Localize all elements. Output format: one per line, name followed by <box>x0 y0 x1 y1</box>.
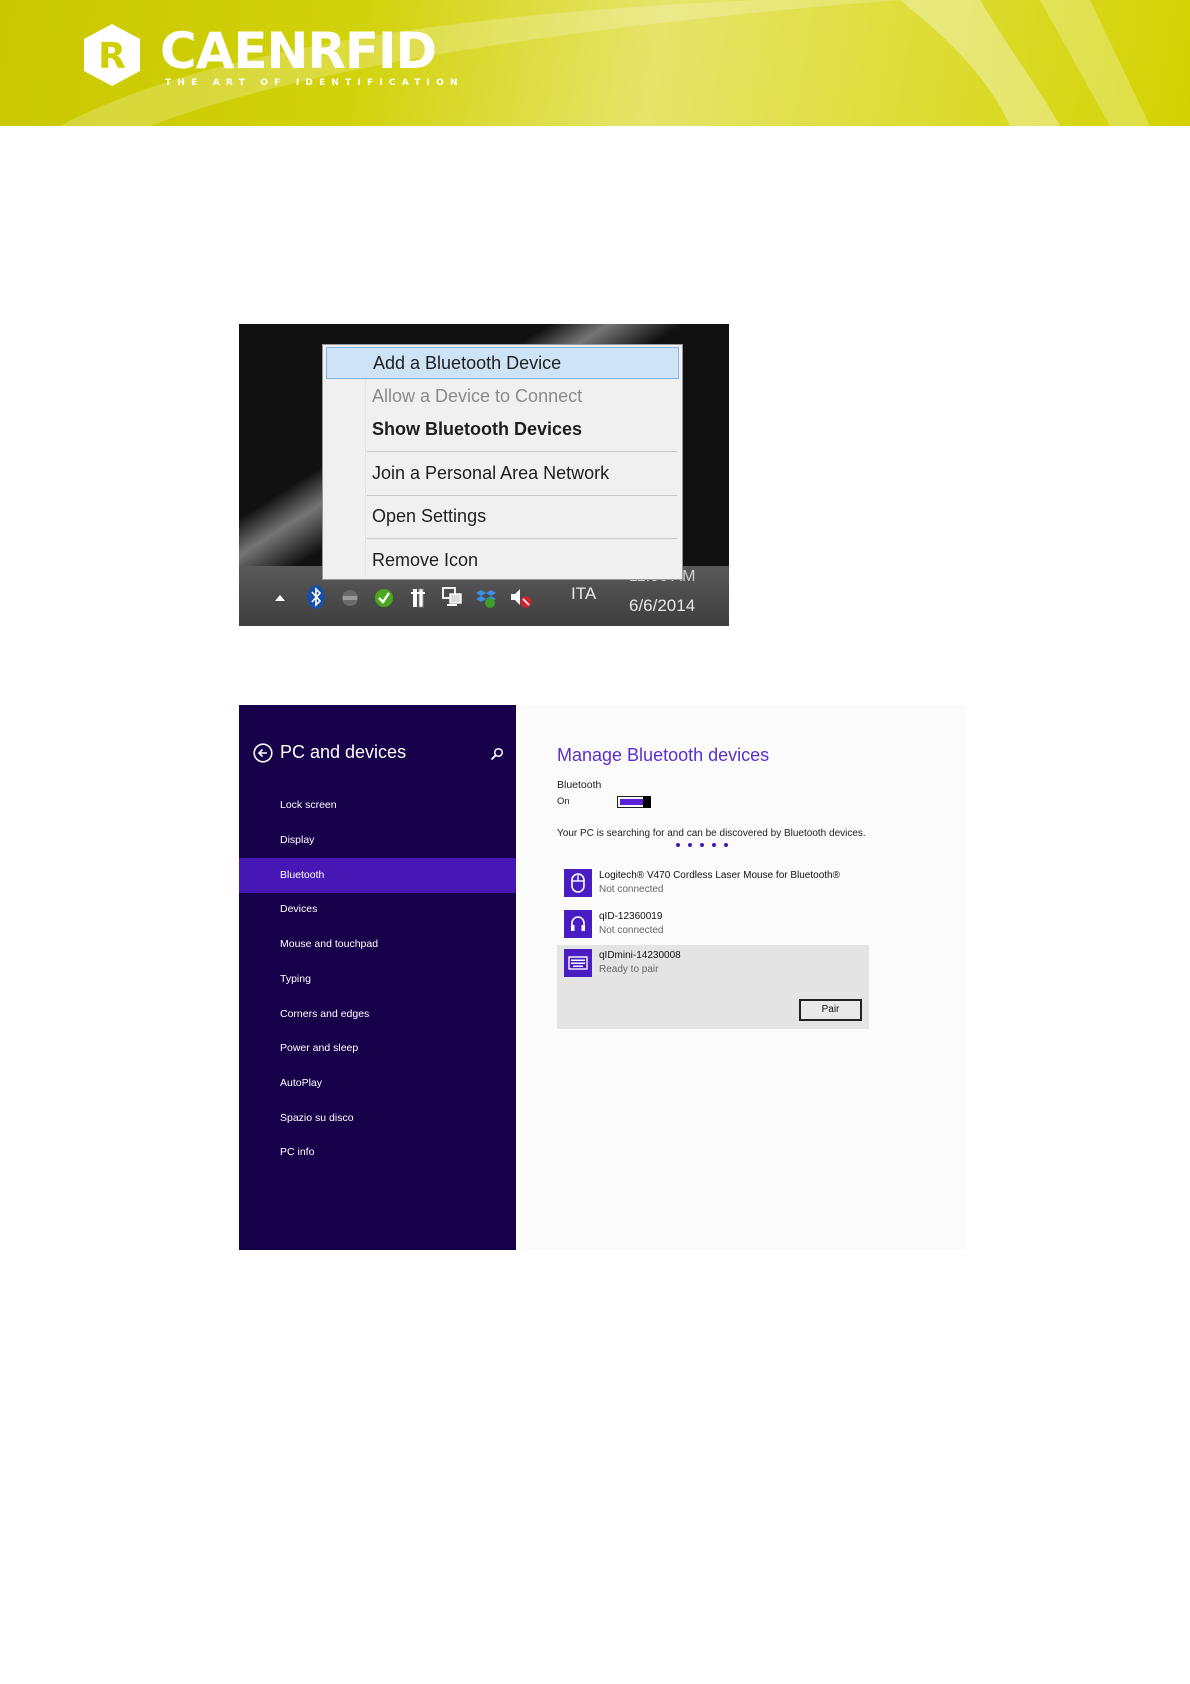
input-language-indicator[interactable]: ITA <box>571 584 596 604</box>
sidebar-item-pc-info[interactable]: PC info <box>239 1135 516 1170</box>
search-icon[interactable] <box>490 747 504 761</box>
bluetooth-context-menu: Add a Bluetooth Device Allow a Device to… <box>322 344 683 580</box>
settings-sidebar: PC and devices Lock screen Display Bluet… <box>239 705 516 1250</box>
brand-name: CAENRFID <box>160 22 437 80</box>
menu-separator <box>367 451 677 452</box>
show-hidden-icons-arrow-icon[interactable] <box>273 582 287 612</box>
network-icon[interactable] <box>339 582 361 612</box>
sidebar-item-bluetooth[interactable]: Bluetooth <box>239 858 516 893</box>
sidebar-item-mouse-and-touchpad[interactable]: Mouse and touchpad <box>239 927 516 962</box>
power-icon[interactable] <box>407 582 429 612</box>
volume-muted-icon[interactable] <box>509 582 533 612</box>
sidebar-item-corners-and-edges[interactable]: Corners and edges <box>239 997 516 1032</box>
menu-item-join-personal-area-network[interactable]: Join a Personal Area Network <box>326 457 679 489</box>
header-banner: R CAENRFID THE ART OF IDENTIFICATION <box>0 0 1190 126</box>
menu-item-add-bluetooth-device[interactable]: Add a Bluetooth Device <box>326 347 679 379</box>
toggle-track-fill <box>620 799 644 805</box>
caenrfid-logo-icon: R <box>84 24 140 86</box>
menu-item-allow-device-to-connect: Allow a Device to Connect <box>372 386 583 406</box>
security-check-icon[interactable] <box>373 582 395 612</box>
device-status: Not connected <box>599 884 664 895</box>
device-name: qID-12360019 <box>599 911 663 922</box>
bluetooth-context-menu-screenshot: ITA 11:06 AM 6/6/2014 Add a Bluetooth De… <box>239 324 729 626</box>
device-list-item-selected[interactable]: qIDmini-14230008 Ready to pair Pair <box>557 945 869 1029</box>
keyboard-icon <box>564 949 592 977</box>
menu-item-open-settings[interactable]: Open Settings <box>326 500 679 532</box>
menu-item-show-bluetooth-devices[interactable]: Show Bluetooth Devices <box>326 413 679 445</box>
mouse-icon <box>564 869 592 897</box>
menu-item-remove-icon[interactable]: Remove Icon <box>326 544 679 576</box>
searching-progress-dots <box>676 843 728 847</box>
dropbox-icon[interactable] <box>475 582 497 612</box>
headset-icon <box>564 910 592 938</box>
bluetooth-toggle-state: On <box>557 796 570 807</box>
discovery-status-message: Your PC is searching for and can be disc… <box>557 828 866 839</box>
device-list-item[interactable]: qID-12360019 Not connected <box>557 906 869 946</box>
back-arrow-icon[interactable] <box>253 743 273 763</box>
taskbar-clock-date[interactable]: 6/6/2014 <box>629 596 695 616</box>
toggle-thumb[interactable] <box>643 796 651 808</box>
pair-button[interactable]: Pair <box>799 999 862 1021</box>
sidebar-item-spazio-su-disco[interactable]: Spazio su disco <box>239 1101 516 1136</box>
sidebar-item-lock-screen[interactable]: Lock screen <box>239 788 516 823</box>
menu-separator <box>367 538 677 539</box>
device-list-item[interactable]: Logitech® V470 Cordless Laser Mouse for … <box>557 865 869 905</box>
sidebar-item-devices[interactable]: Devices <box>239 892 516 927</box>
menu-separator <box>367 495 677 496</box>
bluetooth-icon[interactable] <box>305 582 327 612</box>
sidebar-item-autoplay[interactable]: AutoPlay <box>239 1066 516 1101</box>
page-title: Manage Bluetooth devices <box>557 745 770 765</box>
device-status: Not connected <box>599 925 664 936</box>
bluetooth-toggle-switch[interactable] <box>617 796 651 808</box>
bluetooth-toggle-label: Bluetooth <box>557 779 602 791</box>
sidebar-item-power-and-sleep[interactable]: Power and sleep <box>239 1031 516 1066</box>
device-name: Logitech® V470 Cordless Laser Mouse for … <box>599 870 840 881</box>
monitor-network-icon[interactable] <box>441 582 463 612</box>
manage-bluetooth-devices-screenshot: PC and devices Lock screen Display Bluet… <box>239 705 966 1250</box>
brand-tagline: THE ART OF IDENTIFICATION <box>165 78 464 88</box>
device-name: qIDmini-14230008 <box>599 950 681 961</box>
sidebar-item-typing[interactable]: Typing <box>239 962 516 997</box>
sidebar-title: PC and devices <box>280 742 407 762</box>
logo-letter: R <box>98 36 126 77</box>
sidebar-item-display[interactable]: Display <box>239 823 516 858</box>
device-status: Ready to pair <box>599 964 659 975</box>
